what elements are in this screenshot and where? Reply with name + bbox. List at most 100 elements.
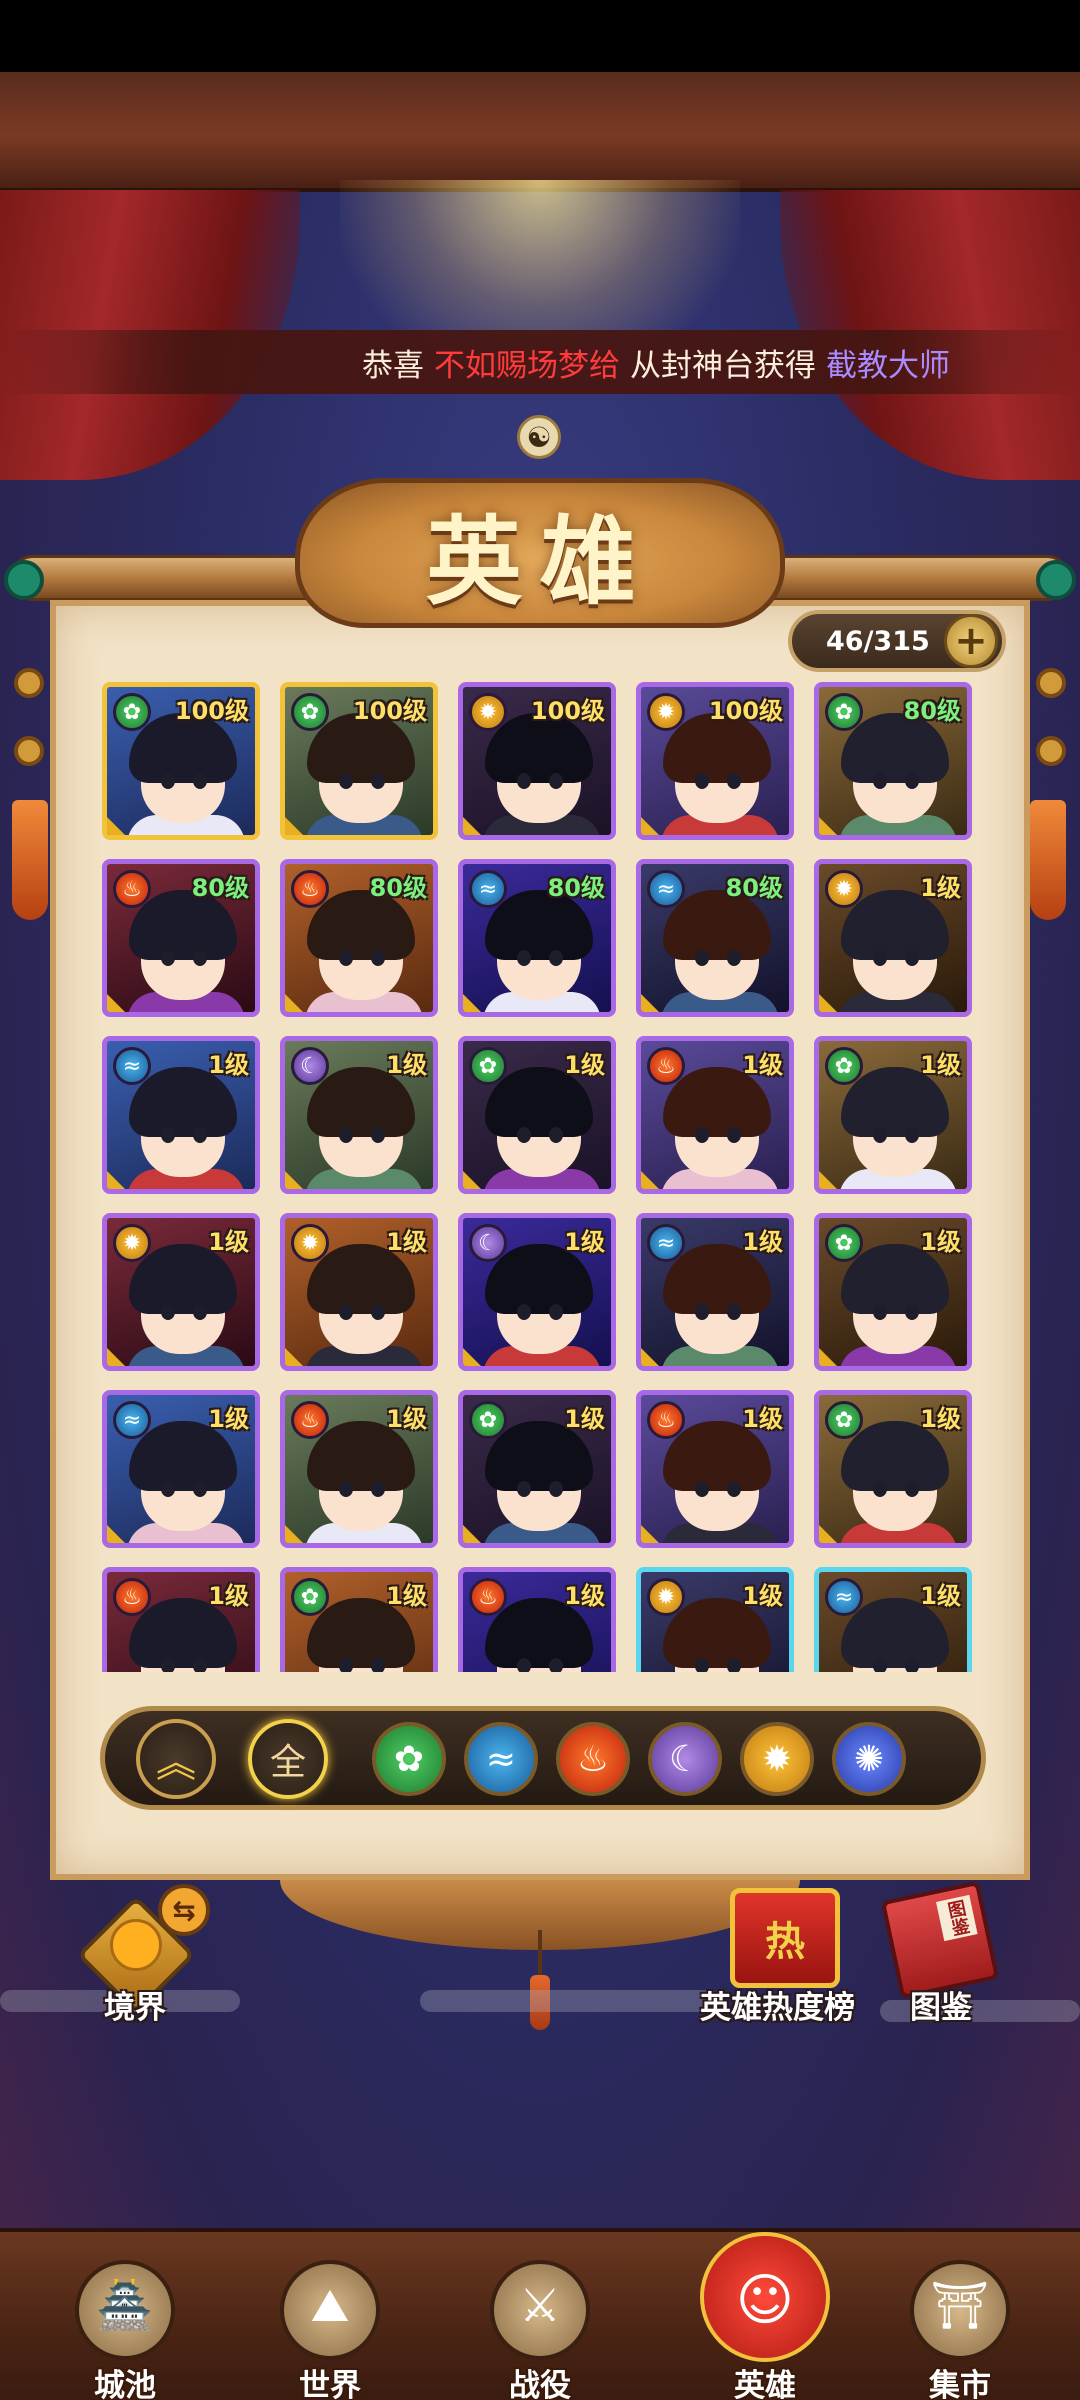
add-slots-button[interactable]: + xyxy=(944,614,998,668)
nav-battle[interactable]: ⚔ 战役 xyxy=(470,2250,610,2400)
hero-card[interactable]: ✹ 1级 xyxy=(102,1213,260,1371)
realm-face-icon xyxy=(110,1919,162,1971)
rod-end-right xyxy=(1036,560,1076,600)
hero-card[interactable]: ✿ 1级 xyxy=(458,1390,616,1548)
filter-fire-button[interactable]: ♨ xyxy=(556,1722,630,1796)
nav-market[interactable]: ⛩ 集市 xyxy=(890,2250,1030,2400)
hero-card[interactable]: ✹ 1级 xyxy=(814,859,972,1017)
hero-portrait-eye xyxy=(371,1481,385,1497)
card-corner-marker xyxy=(463,1171,481,1189)
filter-water-button[interactable]: ≈ xyxy=(464,1722,538,1796)
hero-portrait-eye xyxy=(517,950,531,966)
fire-element-icon: ♨ xyxy=(291,870,329,908)
card-corner-marker xyxy=(285,994,303,1012)
nav-city[interactable]: 🏯 城池 xyxy=(55,2250,195,2400)
hero-level: 100级 xyxy=(530,697,605,725)
hero-card[interactable]: ≈80级 xyxy=(636,859,794,1017)
hero-level: 1级 xyxy=(386,1582,427,1610)
fire-element-icon: ♨ xyxy=(113,870,151,908)
hero-card[interactable]: ✿ 100级 xyxy=(102,682,260,840)
sun-element-icon: ✹ xyxy=(291,1224,329,1262)
sort-toggle-button[interactable]: ︽ xyxy=(136,1719,216,1799)
hero-card[interactable]: ✹ 100级 xyxy=(458,682,616,840)
fire-element-icon: ♨ xyxy=(113,1578,151,1616)
hero-card[interactable]: ≈1级 xyxy=(102,1036,260,1194)
hero-portrait-eye xyxy=(339,1127,353,1143)
hero-card[interactable]: ✿ 1级 xyxy=(458,1036,616,1194)
nav-label: 战役 xyxy=(509,2368,571,2400)
hero-portrait-eye xyxy=(517,773,531,789)
hero-card[interactable]: ✿ 80级 xyxy=(814,682,972,840)
wood-element-icon: ✿ xyxy=(113,693,151,731)
hero-portrait-eye xyxy=(905,1127,919,1143)
hero-card[interactable]: ≈1级 xyxy=(814,1567,972,1672)
hero-level: 1级 xyxy=(564,1405,605,1433)
hero-card[interactable]: ✹ 1级 xyxy=(636,1567,794,1672)
filter-moon-button[interactable]: ☾ xyxy=(648,1722,722,1796)
hero-portrait-eye xyxy=(339,950,353,966)
card-corner-marker xyxy=(107,817,125,835)
yinyang-icon: ☯ xyxy=(517,415,561,459)
hero-card[interactable]: ♨ 1级 xyxy=(636,1390,794,1548)
announce-item: 截教大师 xyxy=(826,347,950,384)
hero-card[interactable]: ✿ 1级 xyxy=(814,1390,972,1548)
ranking-label: 英雄热度榜 xyxy=(700,1990,855,2026)
filter-all-label: 全 xyxy=(269,1742,306,1783)
hero-portrait-eye xyxy=(339,1481,353,1497)
filter-wood-button[interactable]: ✿ xyxy=(372,1722,446,1796)
filter-sun-button[interactable]: ✹ xyxy=(740,1722,814,1796)
hero-portrait-eye xyxy=(727,1481,741,1497)
hero-portrait-eye xyxy=(873,773,887,789)
hero-card[interactable]: ☾ 1级 xyxy=(458,1213,616,1371)
hero-card[interactable]: ✿ 1级 xyxy=(814,1213,972,1371)
hero-level: 1级 xyxy=(920,1228,961,1256)
card-corner-marker xyxy=(819,994,837,1012)
market-icon: ⛩ xyxy=(930,2278,990,2332)
hero-card[interactable]: ✹ 100级 xyxy=(636,682,794,840)
sun-element-icon: ✹ xyxy=(113,1224,151,1262)
announce-middle: 从封神台获得 xyxy=(630,347,816,384)
hero-card[interactable]: ♨ 80级 xyxy=(102,859,260,1017)
hero-card[interactable]: ♨ 1级 xyxy=(458,1567,616,1672)
hero-card[interactable]: ♨ 80级 xyxy=(280,859,438,1017)
water-element-icon: ≈ xyxy=(469,870,507,908)
hero-portrait-eye xyxy=(371,773,385,789)
hero-card[interactable]: ≈80级 xyxy=(458,859,616,1017)
hero-card[interactable]: ♨ 1级 xyxy=(102,1567,260,1672)
hero-card[interactable]: ✿ 1级 xyxy=(280,1567,438,1672)
card-corner-marker xyxy=(641,994,659,1012)
hero-level: 1级 xyxy=(742,1051,783,1079)
swap-icon[interactable]: ⇆ xyxy=(158,1884,210,1936)
water-element-icon: ≈ xyxy=(647,1224,685,1262)
hero-level: 80级 xyxy=(547,874,605,902)
hero-card[interactable]: ≈1级 xyxy=(636,1213,794,1371)
nav-hero[interactable]: ☺ 英雄 xyxy=(695,2232,835,2400)
card-corner-marker xyxy=(463,994,481,1012)
hero-portrait-eye xyxy=(549,1127,563,1143)
filter-all-button[interactable]: 全 xyxy=(248,1719,328,1799)
hero-portrait-eye xyxy=(161,1304,175,1320)
hero-level: 100级 xyxy=(352,697,427,725)
hero-portrait-eye xyxy=(549,1658,563,1672)
hero-card[interactable]: ✿ 1级 xyxy=(814,1036,972,1194)
hero-icon: ☺ xyxy=(735,2268,795,2333)
announce-player: 不如赐场梦给 xyxy=(434,347,620,384)
hero-card[interactable]: ♨ 1级 xyxy=(280,1390,438,1548)
nav-world[interactable]: ⛰ 世界 xyxy=(260,2250,400,2400)
hero-portrait-eye xyxy=(517,1481,531,1497)
hero-card[interactable]: ✿ 100级 xyxy=(280,682,438,840)
hero-level: 1级 xyxy=(564,1051,605,1079)
hero-card[interactable]: ✹ 1级 xyxy=(280,1213,438,1371)
hero-ranking-button[interactable]: 热 xyxy=(730,1888,840,1988)
filter-vortex-button[interactable]: ✺ xyxy=(832,1722,906,1796)
hero-card[interactable]: ♨ 1级 xyxy=(636,1036,794,1194)
hero-portrait-eye xyxy=(517,1658,531,1672)
hero-portrait-eye xyxy=(873,1304,887,1320)
card-corner-marker xyxy=(641,817,659,835)
water-element-icon: ≈ xyxy=(647,870,685,908)
card-corner-marker xyxy=(463,1348,481,1366)
hero-grid-viewport[interactable]: ✿ 100级 ✿ 100级 ✹ 100级 ✹ 100级 ✿ 80级 ♨ 80级 ♨ 80级 ≈80级 ≈80级… xyxy=(100,676,980,1672)
hero-card[interactable]: ☾ 1级 xyxy=(280,1036,438,1194)
hero-card[interactable]: ≈1级 xyxy=(102,1390,260,1548)
hero-level: 80级 xyxy=(369,874,427,902)
